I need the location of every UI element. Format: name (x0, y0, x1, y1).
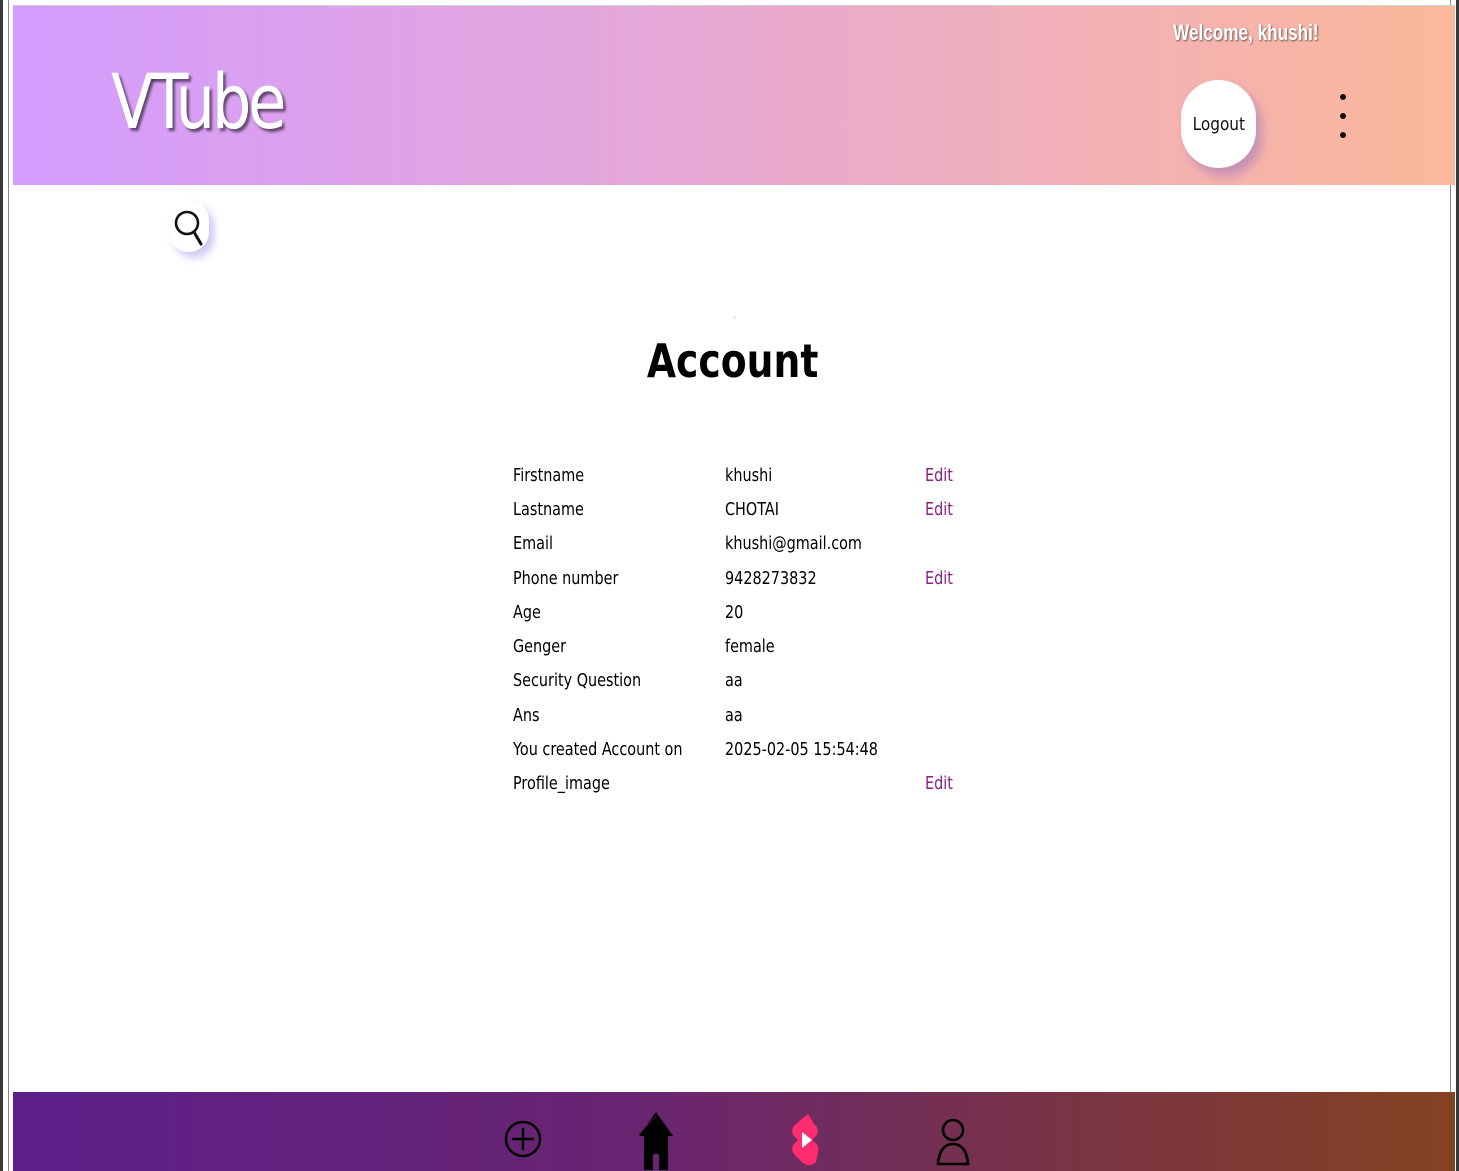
field-value: aa (724, 670, 743, 692)
account-row: Lastname CHOTAI Edit (513, 492, 985, 526)
field-value: 20 (724, 601, 744, 623)
field-value: 2025-02-05 15:54:48 (724, 739, 878, 761)
field-label: Email (513, 533, 553, 555)
add-icon[interactable] (503, 1110, 543, 1168)
account-row: Profile_image Edit (513, 767, 985, 801)
page-title: Account (646, 334, 819, 388)
field-value: khushi (724, 464, 773, 486)
edit-link[interactable]: Edit (925, 773, 953, 794)
logout-label: Logout (1192, 113, 1245, 135)
welcome-message: Welcome, khushi! (1173, 20, 1319, 45)
search-icon (174, 210, 203, 246)
logout-button[interactable]: Logout (1181, 80, 1256, 168)
account-row: Genger female (513, 629, 985, 663)
decorative-dot (733, 316, 736, 319)
account-row: Phone number 9428273832 Edit (513, 561, 985, 595)
field-value: CHOTAI (724, 498, 779, 520)
profile-icon[interactable] (935, 1114, 971, 1170)
account-row: Email khushi@gmail.com (513, 527, 985, 561)
field-label: Security Question (513, 670, 642, 692)
bottom-nav (13, 1092, 1455, 1171)
account-details-table: Firstname khushi Edit Lastname CHOTAI Edit Ema… (513, 458, 985, 801)
home-icon[interactable] (637, 1110, 675, 1170)
edit-link[interactable]: Edit (925, 499, 953, 520)
field-label: Phone number (513, 567, 619, 589)
app-window: VTube Welcome, khushi! Logout Account Fi… (0, 0, 1459, 1171)
edit-link[interactable]: Edit (925, 465, 953, 486)
more-vertical-icon[interactable] (1335, 94, 1351, 138)
shorts-icon[interactable] (790, 1112, 820, 1168)
window-border-left (8, 0, 9, 1171)
field-label: You created Account on (513, 739, 683, 761)
field-value: female (724, 636, 775, 658)
field-label: Ans (513, 704, 540, 726)
field-label: Genger (513, 636, 567, 658)
field-label: Lastname (513, 498, 584, 520)
field-label: Age (513, 601, 541, 623)
account-row: Security Question aa (513, 664, 985, 698)
search-button[interactable] (169, 200, 209, 252)
field-label: Firstname (513, 464, 585, 486)
app-logo[interactable]: VTube (111, 64, 287, 140)
field-value: 9428273832 (724, 567, 817, 589)
field-value: khushi@gmail.com (724, 533, 862, 555)
field-label: Profile_image (513, 773, 610, 795)
account-row: You created Account on 2025-02-05 15:54:4… (513, 732, 985, 766)
field-value: aa (724, 704, 743, 726)
edit-link[interactable]: Edit (925, 568, 953, 589)
account-row: Ans aa (513, 698, 985, 732)
account-row: Firstname khushi Edit (513, 458, 985, 492)
account-row: Age 20 (513, 595, 985, 629)
